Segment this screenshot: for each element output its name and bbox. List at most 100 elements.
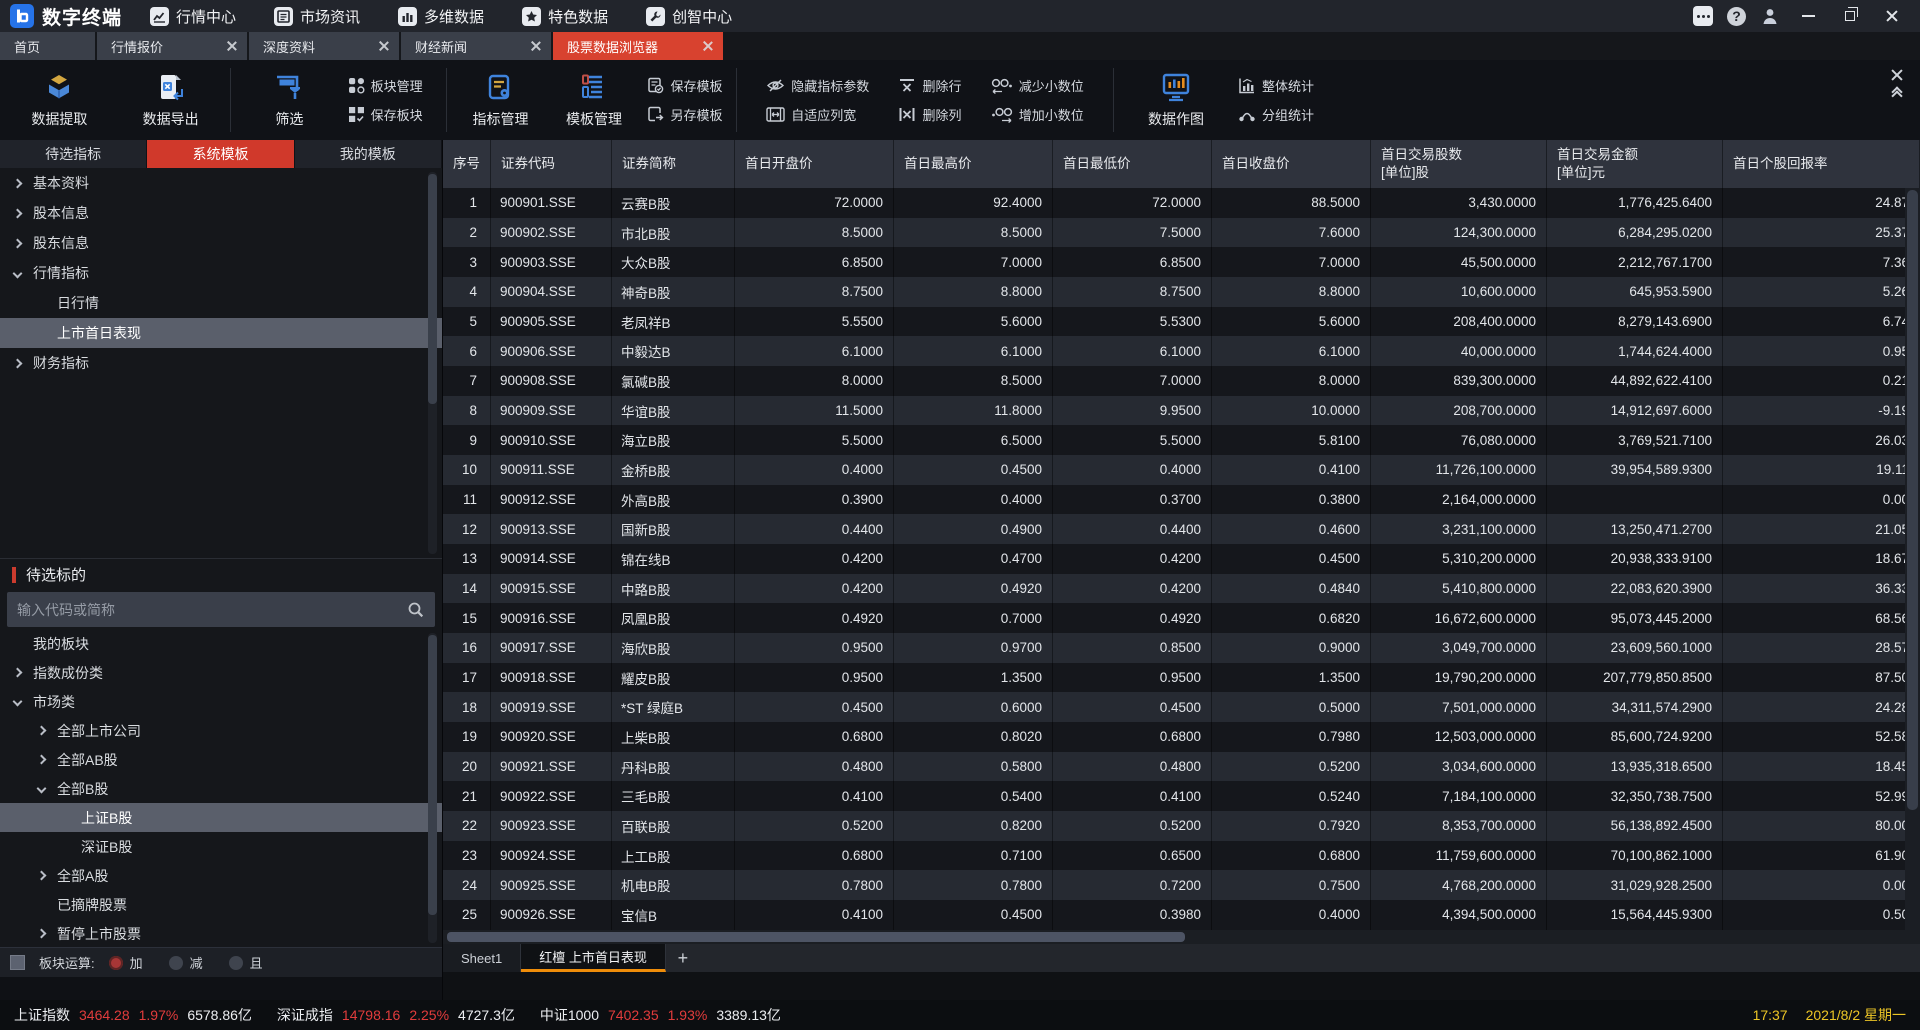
feedback-icon[interactable]: [1693, 6, 1713, 26]
targets-tree-item-2[interactable]: 指数成份类: [0, 658, 442, 687]
targets-tree-item-3[interactable]: 市场类: [0, 687, 442, 716]
restore-button[interactable]: [1836, 4, 1864, 28]
decimal-plus-button[interactable]: 增加小数位: [991, 105, 1084, 124]
targets-tree-item-10[interactable]: 已摘牌股票: [0, 890, 442, 919]
block-save-button[interactable]: 保存板块: [348, 105, 423, 124]
left-panel-tab-1[interactable]: 待选指标: [0, 140, 147, 168]
template-manage-button[interactable]: 模板管理: [554, 72, 634, 129]
chevron-right-icon[interactable]: [13, 358, 23, 368]
toolbar-close-icon[interactable]: [1890, 68, 1904, 82]
column-header-4[interactable]: 首日开盘价: [735, 140, 894, 188]
targets-tree-item-7[interactable]: 上证B股: [0, 803, 442, 832]
table-row[interactable]: 9900910.SSE海立B股5.50006.50005.50005.81007…: [443, 425, 1920, 455]
table-row[interactable]: 16900917.SSE海欣B股0.95000.97000.85000.9000…: [443, 633, 1920, 663]
left-panel-tab-3[interactable]: 我的模板: [295, 140, 442, 168]
indicator-manage-button[interactable]: 指标管理: [460, 72, 540, 129]
column-header-6[interactable]: 首日最低价: [1053, 140, 1212, 188]
table-row[interactable]: 23900924.SSE上工B股0.68000.71000.65000.6800…: [443, 841, 1920, 871]
chevron-right-icon[interactable]: [37, 871, 47, 881]
table-vertical-scrollbar[interactable]: [1905, 188, 1920, 930]
block-op-radio-3[interactable]: 且: [229, 953, 263, 972]
chevron-right-icon[interactable]: [37, 929, 47, 939]
delete-col-button[interactable]: 删除列: [898, 105, 961, 124]
targets-tree-item-1[interactable]: 我的板块: [0, 629, 442, 658]
targets-tree-item-4[interactable]: 全部上市公司: [0, 716, 442, 745]
targets-tree-item-8[interactable]: 深证B股: [0, 832, 442, 861]
table-row[interactable]: 12900913.SSE国新B股0.44000.49000.44000.4600…: [443, 514, 1920, 544]
targets-tree-scrollbar[interactable]: [428, 633, 437, 943]
template-save-button[interactable]: 保存模板: [647, 76, 722, 95]
data-export-button[interactable]: 数据导出: [119, 72, 223, 129]
chevron-down-icon[interactable]: [37, 784, 47, 794]
menu-item-1[interactable]: 行情中心: [136, 0, 250, 32]
table-row[interactable]: 25900926.SSE宝信B0.41000.45000.39800.40004…: [443, 900, 1920, 930]
table-row[interactable]: 11900912.SSE外高B股0.39000.40000.37000.3800…: [443, 485, 1920, 515]
chevron-down-icon[interactable]: [13, 697, 23, 707]
chevron-right-icon[interactable]: [13, 668, 23, 678]
column-header-3[interactable]: 证券简称: [612, 140, 735, 188]
targets-tree-item-11[interactable]: 暂停上市股票: [0, 919, 442, 947]
tab-close-icon[interactable]: [531, 41, 541, 51]
tab-close-icon[interactable]: [227, 41, 237, 51]
block-op-radio-2[interactable]: 减: [169, 953, 203, 972]
table-row[interactable]: 5900905.SSE老凤祥B5.55005.60005.53005.60002…: [443, 307, 1920, 337]
targets-tree-item-6[interactable]: 全部B股: [0, 774, 442, 803]
hide-params-button[interactable]: 隐藏指标参数: [766, 76, 869, 95]
menu-item-3[interactable]: 多维数据: [384, 0, 498, 32]
table-row[interactable]: 14900915.SSE中路B股0.42000.49200.42000.4840…: [443, 574, 1920, 604]
targets-tree-item-9[interactable]: 全部A股: [0, 861, 442, 890]
filter-button[interactable]: 筛选: [254, 72, 324, 129]
table-horizontal-scrollbar[interactable]: [443, 930, 1920, 944]
column-header-9[interactable]: 首日交易金额 [单位]元: [1547, 140, 1723, 188]
make-chart-button[interactable]: 数据作图: [1134, 72, 1218, 129]
chevron-right-icon[interactable]: [37, 755, 47, 765]
table-row[interactable]: 22900923.SSE百联B股0.52000.82000.52000.7920…: [443, 811, 1920, 841]
table-row[interactable]: 8900909.SSE华谊B股11.500011.80009.950010.00…: [443, 396, 1920, 426]
indicator-tree-scrollbar-thumb[interactable]: [428, 174, 437, 404]
page-tab-4[interactable]: 财经新闻: [401, 32, 551, 60]
chevron-right-icon[interactable]: [37, 726, 47, 736]
indicator-tree-item-7[interactable]: 财务指标: [0, 348, 442, 378]
table-row[interactable]: 1900901.SSE云赛B股72.000092.400072.000088.5…: [443, 188, 1920, 218]
table-row[interactable]: 6900906.SSE中毅达B6.10006.10006.10006.10004…: [443, 336, 1920, 366]
chevron-right-icon[interactable]: [13, 178, 23, 188]
tab-close-icon[interactable]: [379, 41, 389, 51]
column-header-1[interactable]: 序号: [443, 140, 491, 188]
user-icon[interactable]: [1760, 6, 1780, 26]
tab-close-icon[interactable]: [703, 41, 713, 51]
autofit-col-button[interactable]: 自适应列宽: [766, 105, 869, 124]
table-row[interactable]: 10900911.SSE金桥B股0.40000.45000.40000.4100…: [443, 455, 1920, 485]
close-button[interactable]: [1878, 4, 1906, 28]
block-op-radio-1[interactable]: 加: [109, 953, 143, 972]
block-manage-button[interactable]: 板块管理: [348, 76, 423, 95]
chevron-right-icon[interactable]: [13, 238, 23, 248]
indicator-tree-item-5[interactable]: 日行情: [0, 288, 442, 318]
indicator-tree-item-6[interactable]: 上市首日表现: [0, 318, 442, 348]
column-header-10[interactable]: 首日个股回报率: [1723, 140, 1920, 188]
column-header-7[interactable]: 首日收盘价: [1212, 140, 1371, 188]
table-row[interactable]: 15900916.SSE凤凰B股0.49200.70000.49200.6820…: [443, 603, 1920, 633]
page-tab-3[interactable]: 深度资料: [249, 32, 399, 60]
table-row[interactable]: 17900918.SSE耀皮B股0.95001.35000.95001.3500…: [443, 663, 1920, 693]
table-vertical-scrollbar-thumb[interactable]: [1907, 190, 1918, 810]
sheet-add-button[interactable]: +: [666, 944, 700, 972]
block-ops-checkbox[interactable]: [10, 955, 25, 970]
page-tab-1[interactable]: 首页: [0, 32, 95, 60]
column-header-5[interactable]: 首日最高价: [894, 140, 1053, 188]
table-row[interactable]: 21900922.SSE三毛B股0.41000.54000.41000.5240…: [443, 781, 1920, 811]
target-search-input[interactable]: 输入代码或简称: [7, 592, 435, 627]
table-horizontal-scrollbar-thumb[interactable]: [447, 932, 1185, 942]
sheet-tab-1[interactable]: Sheet1: [443, 944, 521, 972]
data-extract-button[interactable]: 数据提取: [7, 72, 111, 129]
menu-item-5[interactable]: 创智中心: [632, 0, 746, 32]
table-row[interactable]: 24900925.SSE机电B股0.78000.78000.72000.7500…: [443, 870, 1920, 900]
menu-item-2[interactable]: 市场资讯: [260, 0, 374, 32]
search-icon[interactable]: [407, 601, 425, 619]
table-row[interactable]: 13900914.SSE锦在线B0.42000.47000.42000.4500…: [443, 544, 1920, 574]
help-icon[interactable]: [1727, 7, 1746, 26]
targets-tree-item-5[interactable]: 全部AB股: [0, 745, 442, 774]
column-header-2[interactable]: 证券代码: [491, 140, 612, 188]
page-tab-5[interactable]: 股票数据浏览器: [553, 32, 723, 60]
delete-row-button[interactable]: 删除行: [898, 76, 961, 95]
indicator-tree-item-2[interactable]: 股本信息: [0, 198, 442, 228]
